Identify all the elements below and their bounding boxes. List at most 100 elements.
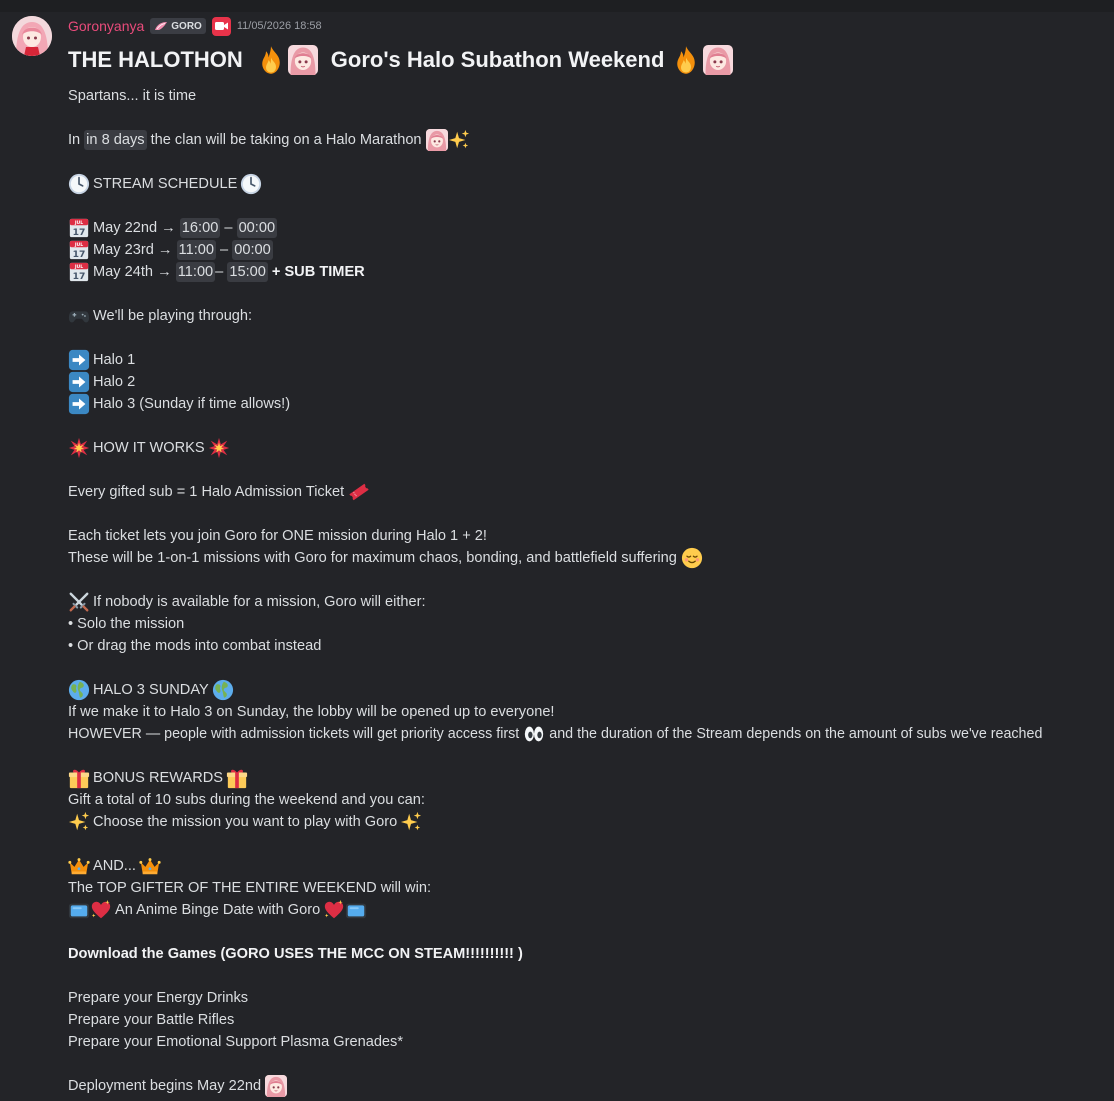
- game-list-item: Halo 3 (Sunday if time allows!): [68, 393, 290, 415]
- countdown-before: In: [68, 132, 81, 148]
- anime-girl-emoji-icon: [703, 45, 733, 75]
- nobody-text: If nobody is available for a mission, Go…: [93, 594, 426, 610]
- bullet-text: • Or drag the mods into combat instead: [68, 638, 322, 654]
- bonus-heading: BONUS REWARDS: [68, 767, 248, 789]
- schedule-heading: STREAM SCHEDULE: [68, 173, 262, 195]
- range-separator: –: [220, 220, 237, 236]
- collision-icon: [68, 437, 90, 459]
- bullet-item: • Or drag the mods into combat instead: [68, 635, 321, 657]
- arrow-separator: →: [157, 220, 180, 236]
- globe-icon: [68, 679, 90, 701]
- message-timestamp[interactable]: 11/05/2026 18:58: [237, 20, 322, 32]
- deployment-line: Deployment begins May 22nd: [68, 1075, 287, 1097]
- crown-icon: [68, 855, 90, 877]
- schedule-start-time[interactable]: 11:00: [176, 240, 216, 260]
- title-part-1: THE HALOTHON: [68, 47, 243, 72]
- calendar-icon: [68, 261, 90, 283]
- and-heading-text: AND...: [93, 858, 136, 874]
- game-controller-icon: [68, 305, 90, 327]
- channel-top-bar: [0, 0, 1114, 12]
- title-part-2: Goro's Halo Subathon Weekend: [330, 47, 665, 72]
- anime-girl-emoji-icon: [288, 45, 318, 75]
- however-text-1: HOWEVER — people with admission tickets …: [68, 726, 520, 742]
- playing-heading-text: We'll be playing through:: [93, 308, 253, 324]
- schedule-row: May 22nd → 16:00 – 00:00: [68, 217, 278, 239]
- globe-icon: [212, 679, 234, 701]
- top-gifter-text: The TOP GIFTER OF THE ENTIRE WEEKEND wil…: [68, 880, 432, 896]
- fire-icon: [256, 45, 286, 75]
- prepare-text: Prepare your Battle Rifles: [68, 1012, 235, 1028]
- however-text-2: and the duration of the Stream depends o…: [549, 726, 1043, 742]
- each-ticket-text: Each ticket lets you join Goro for ONE m…: [68, 528, 487, 544]
- guild-tag[interactable]: GORO: [150, 18, 206, 34]
- how-heading-text: HOW IT WORKS: [93, 440, 205, 456]
- sub-timer-label: + SUB TIMER: [271, 264, 365, 280]
- clock-icon: [68, 173, 90, 195]
- message-title: THE HALOTHON Goro's Halo Subathon Weeken…: [68, 44, 734, 76]
- schedule-end-time[interactable]: 15:00: [227, 262, 268, 282]
- sparkles-icon: [68, 811, 90, 833]
- eyes-icon: [523, 723, 545, 745]
- crossed-swords-icon: [68, 591, 90, 613]
- each-ticket-line: Each ticket lets you join Goro for ONE m…: [68, 525, 487, 547]
- calendar-icon: [68, 217, 90, 239]
- game-list-item: Halo 1: [68, 349, 135, 371]
- intro-text: Spartans... it is time: [68, 88, 197, 104]
- halo3-heading-text: HALO 3 SUNDAY: [93, 682, 209, 698]
- username[interactable]: Goronyanya: [68, 18, 144, 34]
- how-heading: HOW IT WORKS: [68, 437, 230, 459]
- calendar-icon: [68, 239, 90, 261]
- schedule-end-time[interactable]: 00:00: [232, 240, 273, 260]
- however-line: HOWEVER — people with admission tickets …: [68, 723, 1042, 745]
- bonus-heading-text: BONUS REWARDS: [93, 770, 224, 786]
- sparkles-icon: [400, 811, 422, 833]
- prepare-text: Prepare your Emotional Support Plasma Gr…: [68, 1034, 404, 1050]
- game-list-item: Halo 2: [68, 371, 135, 393]
- prepare-line: Prepare your Battle Rifles: [68, 1009, 234, 1031]
- ticket-icon: [348, 481, 370, 503]
- live-camera-icon: [211, 16, 231, 36]
- anime-girl-emoji-icon: [265, 1075, 287, 1097]
- playing-heading: We'll be playing through:: [68, 305, 252, 327]
- arrow-separator: →: [153, 264, 176, 280]
- message-header: Goronyanya GORO 11/05/2026 18:58: [68, 16, 322, 36]
- range-separator: –: [215, 242, 233, 258]
- avatar[interactable]: [12, 16, 52, 56]
- top-gifter-line: The TOP GIFTER OF THE ENTIRE WEEKEND wil…: [68, 877, 431, 899]
- right-arrow-icon: [68, 371, 90, 393]
- range-separator: –: [215, 264, 228, 280]
- ticket-text: Every gifted sub = 1 Halo Admission Tick…: [68, 484, 345, 500]
- schedule-day: May 24th: [93, 264, 154, 280]
- choose-text: Choose the mission you want to play with…: [93, 814, 398, 830]
- gift-icon: [68, 767, 90, 789]
- collision-icon: [208, 437, 230, 459]
- deployment-text: Deployment begins May 22nd: [68, 1078, 262, 1094]
- missions-text: These will be 1-on-1 missions with Goro …: [68, 550, 677, 566]
- fire-icon: [671, 45, 701, 75]
- game-name: Halo 1: [93, 352, 136, 368]
- prepare-line: Prepare your Energy Drinks: [68, 987, 248, 1009]
- ticket-line: Every gifted sub = 1 Halo Admission Tick…: [68, 481, 370, 503]
- sparkles-icon: [448, 129, 470, 151]
- prepare-line: Prepare your Emotional Support Plasma Gr…: [68, 1031, 403, 1053]
- schedule-end-time[interactable]: 00:00: [236, 218, 278, 238]
- countdown-timestamp[interactable]: in 8 days: [84, 130, 147, 150]
- countdown-line: In in 8 days the clan will be taking on …: [68, 129, 470, 151]
- schedule-start-time[interactable]: 16:00: [179, 218, 221, 238]
- arrow-separator: →: [153, 242, 177, 258]
- clock-icon: [240, 173, 262, 195]
- schedule-day: May 22nd: [93, 220, 158, 236]
- choose-line: Choose the mission you want to play with…: [68, 811, 422, 833]
- and-heading: AND...: [68, 855, 161, 877]
- schedule-heading-text: STREAM SCHEDULE: [93, 176, 238, 192]
- tv-icon: [68, 899, 90, 921]
- schedule-row: May 23rd → 11:00 – 00:00: [68, 239, 273, 261]
- halo3-line: If we make it to Halo 3 on Sunday, the l…: [68, 701, 555, 723]
- game-name: Halo 2: [93, 374, 136, 390]
- schedule-start-time[interactable]: 11:00: [175, 262, 216, 282]
- download-line: Download the Games (GORO USES THE MCC ON…: [68, 943, 523, 965]
- sparkling-heart-icon: [323, 899, 345, 921]
- missions-line: These will be 1-on-1 missions with Goro …: [68, 547, 703, 569]
- prepare-text: Prepare your Energy Drinks: [68, 990, 249, 1006]
- anime-girl-emoji-icon: [426, 129, 448, 151]
